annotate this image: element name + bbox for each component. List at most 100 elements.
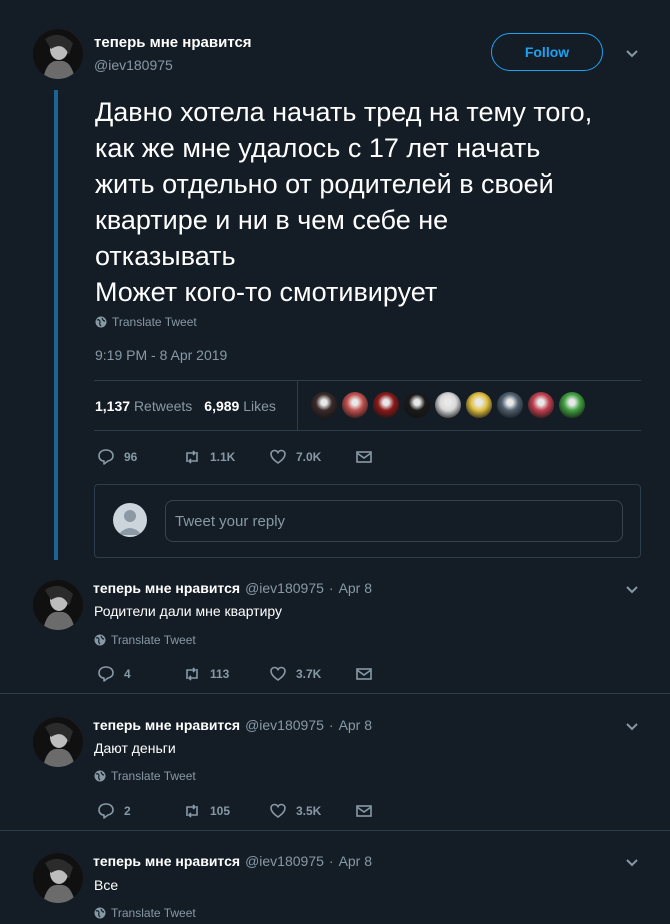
retweet-icon (186, 450, 198, 464)
author-handle[interactable]: @iev180975 (94, 57, 173, 73)
tweet-text: Все (94, 877, 119, 893)
tweet-timestamp[interactable]: 9:19 PM - 8 Apr 2019 (95, 347, 227, 363)
like-action[interactable]: 3.5K (269, 802, 355, 820)
like-count: 3.7K (296, 667, 322, 681)
reply-input[interactable]: Tweet your reply (165, 500, 623, 542)
globe-icon (95, 316, 107, 328)
author-name[interactable]: теперь мне нравится (93, 853, 240, 869)
divider (94, 430, 641, 431)
globe-icon (94, 907, 106, 919)
tweet-text: Дают деньги (94, 740, 176, 756)
author-name[interactable]: теперь мне нравится (93, 717, 240, 733)
liker-avatar[interactable] (559, 392, 585, 418)
translate-tweet-link[interactable]: Translate Tweet (94, 769, 196, 783)
tweet-actions: 4 113 3.7K (97, 665, 373, 683)
dot-separator: · (328, 580, 334, 596)
retweet-action[interactable]: 105 (183, 802, 269, 820)
direct-message-action[interactable] (355, 665, 373, 683)
retweets-count: 1,137 (95, 398, 131, 414)
tweet-divider (0, 830, 670, 831)
liker-avatar[interactable] (342, 392, 368, 418)
likes-stat[interactable]: 6,989 Likes (204, 398, 276, 414)
author-avatar[interactable] (33, 580, 83, 630)
author-name[interactable]: теперь мне нравится (94, 34, 252, 51)
globe-icon (94, 770, 106, 782)
likes-label: Likes (243, 398, 276, 414)
retweet-action[interactable]: 1.1K (183, 448, 269, 466)
divider (94, 380, 641, 381)
translate-tweet-link[interactable]: Translate Tweet (95, 315, 197, 329)
envelope-icon (356, 668, 372, 680)
likes-count: 6,989 (204, 398, 240, 414)
retweet-count: 105 (210, 804, 231, 818)
liker-avatar[interactable] (497, 392, 523, 418)
direct-message-action[interactable] (355, 802, 373, 820)
reply-header: теперь мне нравится @iev180975 · Apr 8 (93, 853, 372, 869)
author-avatar[interactable] (33, 853, 83, 903)
globe-icon (94, 634, 106, 646)
tweet-date[interactable]: Apr 8 (339, 853, 372, 869)
dot-separator: · (328, 717, 334, 733)
translate-label: Translate Tweet (112, 315, 197, 329)
chevron-down-icon[interactable] (624, 855, 640, 871)
author-avatar[interactable] (33, 29, 83, 79)
liker-avatar[interactable] (404, 392, 430, 418)
tweet-divider (0, 693, 670, 694)
stats-separator (297, 380, 298, 430)
liker-avatar[interactable] (466, 392, 492, 418)
reply-action[interactable]: 96 (97, 448, 183, 466)
envelope-icon (356, 805, 372, 817)
user-avatar (113, 503, 147, 537)
reply-count: 2 (124, 804, 131, 818)
reply-action[interactable]: 2 (97, 802, 183, 820)
retweet-action[interactable]: 113 (183, 665, 269, 683)
retweet-icon (186, 667, 198, 681)
tweet-actions: 2 105 3.5K (97, 802, 373, 820)
chevron-down-icon[interactable] (624, 719, 640, 735)
like-count: 7.0K (296, 450, 322, 464)
dot-separator: · (328, 853, 334, 869)
liker-avatar[interactable] (311, 392, 337, 418)
heart-icon (270, 803, 286, 818)
retweets-label: Retweets (133, 398, 193, 414)
retweet-icon (186, 804, 198, 818)
author-handle[interactable]: @iev180975 (245, 580, 324, 596)
reply-icon (98, 666, 114, 682)
tweet-text: Родители дали мне квартиру (94, 603, 283, 619)
author-name[interactable]: теперь мне нравится (93, 580, 240, 596)
thread-connector-line (54, 90, 58, 560)
author-handle[interactable]: @iev180975 (245, 853, 324, 869)
reply-icon (98, 803, 114, 819)
translate-label: Translate Tweet (111, 906, 196, 920)
translate-label: Translate Tweet (111, 769, 196, 783)
author-avatar[interactable] (33, 717, 83, 767)
tweet-date[interactable]: Apr 8 (339, 580, 372, 596)
like-count: 3.5K (296, 804, 322, 818)
translate-label: Translate Tweet (111, 633, 196, 647)
liker-avatar[interactable] (435, 392, 461, 418)
retweets-stat[interactable]: 1,137 Retweets (95, 398, 192, 414)
retweet-count: 113 (210, 667, 230, 681)
chevron-down-icon[interactable] (624, 582, 640, 598)
heart-icon (270, 666, 286, 681)
like-action[interactable]: 3.7K (269, 665, 355, 683)
envelope-icon (356, 451, 372, 463)
retweet-count: 1.1K (210, 450, 236, 464)
tweet-text: Давно хотела начать тред на тему того, к… (95, 97, 593, 307)
reply-count: 96 (124, 450, 138, 464)
author-handle[interactable]: @iev180975 (245, 717, 324, 733)
follow-button[interactable]: Follow (491, 33, 603, 71)
translate-tweet-link[interactable]: Translate Tweet (94, 633, 196, 647)
translate-tweet-link[interactable]: Translate Tweet (94, 906, 196, 920)
tweet-stats: 1,137 Retweets 6,989 Likes (95, 398, 276, 414)
reply-header: теперь мне нравится @iev180975 · Apr 8 (93, 717, 372, 733)
tweet-date[interactable]: Apr 8 (339, 717, 372, 733)
like-action[interactable]: 7.0K (269, 448, 355, 466)
heart-icon (270, 449, 286, 464)
direct-message-action[interactable] (355, 448, 373, 466)
chevron-down-icon[interactable] (624, 46, 640, 62)
liker-avatar[interactable] (373, 392, 399, 418)
reply-icon (98, 449, 114, 465)
reply-action[interactable]: 4 (97, 665, 183, 683)
liker-avatar[interactable] (528, 392, 554, 418)
